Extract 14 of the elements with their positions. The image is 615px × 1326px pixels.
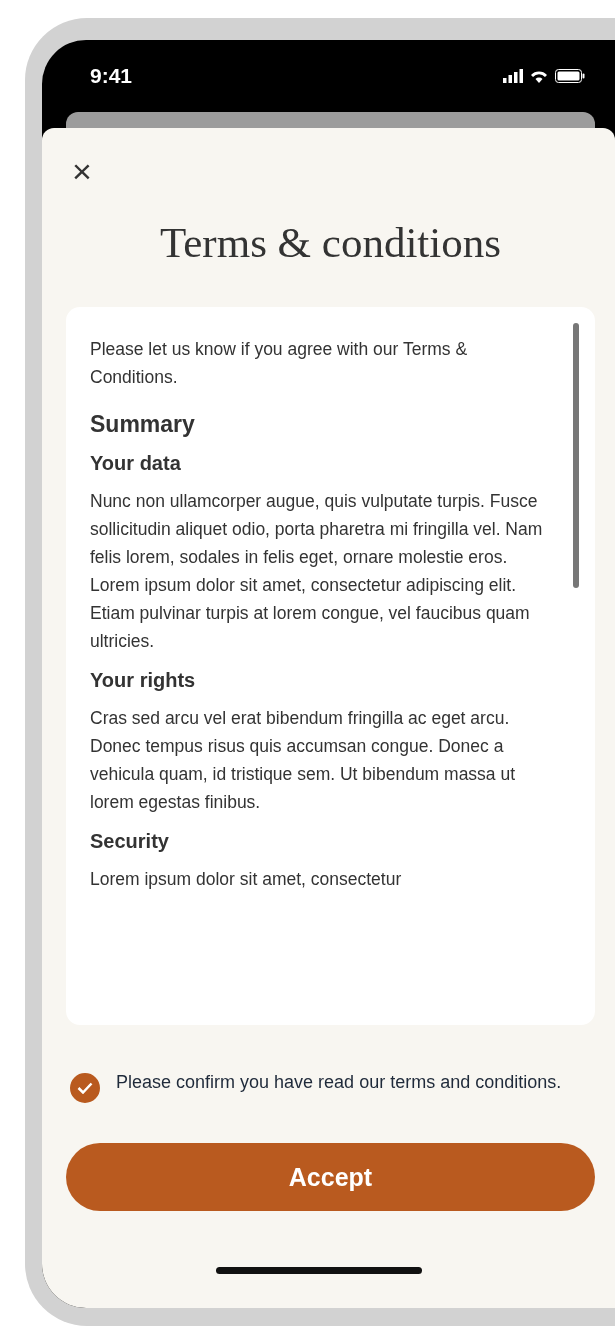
- section-text: Nunc non ullamcorper augue, quis vulputate turpis. Fusce sollicitudin aliquet odio, porta pharetra mi fringilla vel. Nam felis lorem, sodales in felis eget, ornare molestie eros.: [90, 490, 544, 569]
- status-time: 9:41: [90, 64, 133, 88]
- close-button[interactable]: ×: [68, 154, 96, 188]
- sheet-title: Terms & conditions: [159, 218, 502, 267]
- section-heading: Your data: [90, 452, 182, 475]
- summary-heading: Summary: [90, 411, 196, 438]
- section-text: Cras sed arcu vel erat bibendum fringilla ac eget arcu. Donec tempus risus quis accumsan congue. Donec a vehicula quam, id tristique sem. Ut bibendum massa ut lorem egestas finibus.: [90, 707, 517, 814]
- section-text: Lorem ipsum dolor sit amet, consectetur adipiscing elit. Etiam pulvinar turpis at lorem congue, vel faucibus quam ultricies.: [90, 574, 531, 653]
- intro-text: Please let us know if you agree with our Terms & Conditions.: [90, 338, 469, 389]
- section-heading: Security: [90, 830, 170, 853]
- accept-button[interactable]: Accept: [66, 1143, 595, 1211]
- confirm-label: Please confirm you have read our terms and conditions.: [116, 1071, 562, 1094]
- section-text: Lorem ipsum dolor sit amet, consectetur: [90, 868, 403, 891]
- section-heading: Your rights: [90, 669, 197, 692]
